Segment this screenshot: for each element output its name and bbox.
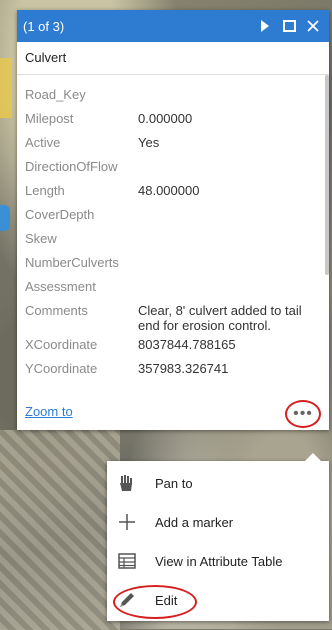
- attribute-row: CoverDepth: [25, 203, 316, 227]
- attribute-row: Road_Key: [25, 83, 316, 107]
- table-icon: [107, 553, 147, 569]
- field-value: [138, 251, 316, 275]
- feature-count: (1 of 3): [23, 18, 65, 34]
- field-value: 0.000000: [138, 111, 193, 126]
- attribute-row: XCoordinate 8037844.788165: [25, 333, 316, 357]
- field-value: [138, 155, 316, 179]
- plus-icon: [107, 513, 147, 531]
- field-value: 48.000000: [138, 183, 200, 198]
- field-value: Clear, 8' culvert added to tail end for …: [138, 303, 302, 333]
- attribute-row: YCoordinate 357983.326741: [25, 357, 316, 381]
- popup-title: Culvert: [17, 42, 329, 75]
- actions-menu: Pan to Add a marker View in Attribute Ta…: [107, 453, 329, 621]
- close-icon[interactable]: [303, 16, 323, 36]
- field-name: XCoordinate: [25, 337, 98, 352]
- next-icon[interactable]: [255, 16, 275, 36]
- popup-content: Road_Key Milepost 0.000000 Active Yes Directi…: [17, 75, 329, 429]
- attribute-row: Active Yes: [25, 131, 316, 155]
- field-name: Road_Key: [25, 87, 86, 102]
- attribute-row: Assessment: [25, 275, 316, 299]
- map-feature: [0, 430, 120, 630]
- field-name: Comments: [25, 303, 88, 318]
- field-name: Length: [25, 183, 65, 198]
- field-value: [138, 227, 316, 251]
- zoom-to-link[interactable]: Zoom to: [25, 404, 73, 419]
- field-value: [138, 203, 316, 227]
- popup: (1 of 3) Culvert Road_Key Milepost 0.00000…: [17, 10, 329, 430]
- menu-item-label: View in Attribute Table: [155, 553, 283, 569]
- attribute-row: Milepost 0.000000: [25, 107, 316, 131]
- attribute-row: Comments Clear, 8' culvert added to tail …: [25, 299, 316, 333]
- menu-item-add-marker[interactable]: Add a marker: [107, 506, 329, 538]
- more-actions-button[interactable]: •••: [285, 400, 321, 428]
- edit-highlight-annotation: [113, 585, 197, 619]
- field-name: CoverDepth: [25, 207, 95, 222]
- field-value: 357983.326741: [138, 361, 229, 376]
- map-feature: [0, 58, 12, 118]
- scrollbar[interactable]: [325, 75, 329, 275]
- field-name: Skew: [25, 231, 57, 246]
- menu-item-label: Pan to: [155, 475, 193, 491]
- pan-icon: [107, 474, 147, 492]
- attribute-table: Road_Key Milepost 0.000000 Active Yes Directi…: [25, 83, 316, 381]
- field-value: [138, 275, 316, 299]
- attribute-row: NumberCulverts: [25, 251, 316, 275]
- attribute-row: Length 48.000000: [25, 179, 316, 203]
- menu-item-label: Add a marker: [155, 514, 234, 530]
- field-name: Active: [25, 135, 61, 150]
- maximize-icon[interactable]: [279, 16, 299, 36]
- field-name: Assessment: [25, 279, 96, 294]
- field-value: 8037844.788165: [138, 337, 236, 352]
- field-name: Milepost: [25, 111, 74, 126]
- more-icon: •••: [293, 405, 313, 422]
- popup-footer: Zoom to •••: [17, 396, 329, 430]
- menu-item-view-attribute-table[interactable]: View in Attribute Table: [107, 545, 329, 577]
- field-name: DirectionOfFlow: [25, 159, 118, 174]
- popup-header: (1 of 3): [17, 10, 329, 42]
- attribute-row: Skew: [25, 227, 316, 251]
- menu-item-pan-to[interactable]: Pan to: [107, 467, 329, 499]
- map-feature: [0, 205, 10, 231]
- field-name: NumberCulverts: [25, 255, 119, 270]
- field-value: [138, 83, 316, 107]
- attribute-row: DirectionOfFlow: [25, 155, 316, 179]
- field-name: YCoordinate: [25, 361, 98, 376]
- field-value: Yes: [138, 135, 160, 150]
